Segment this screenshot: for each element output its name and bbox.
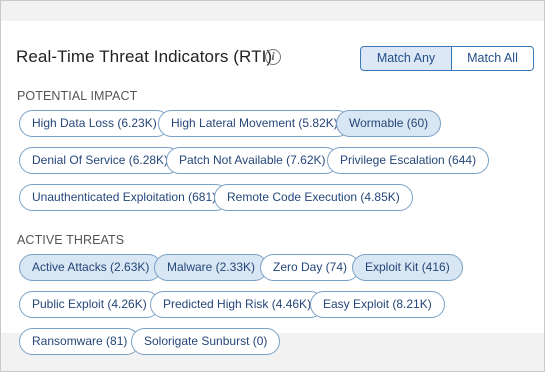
chip-public-exploit[interactable]: Public Exploit (4.26K) [19, 291, 160, 318]
chip-solorigate-sunburst[interactable]: Solorigate Sunburst (0) [131, 328, 281, 355]
chip-easy-exploit[interactable]: Easy Exploit (8.21K) [310, 291, 445, 318]
match-toggle: Match Any Match All [360, 46, 534, 71]
chip-active-attacks[interactable]: Active Attacks (2.63K) [19, 254, 163, 281]
chip-remote-code-execution[interactable]: Remote Code Execution (4.85K) [214, 184, 413, 211]
match-any-button[interactable]: Match Any [360, 46, 452, 71]
chip-patch-not-available[interactable]: Patch Not Available (7.62K) [166, 147, 339, 174]
chip-malware[interactable]: Malware (2.33K) [154, 254, 269, 281]
chip-unauthenticated-exploitation[interactable]: Unauthenticated Exploitation (681) [19, 184, 230, 211]
potential-impact-heading: POTENTIAL IMPACT [17, 89, 138, 103]
chip-high-lateral-movement[interactable]: High Lateral Movement (5.82K) [158, 110, 351, 137]
info-icon[interactable]: i [265, 49, 281, 65]
chip-denial-of-service[interactable]: Denial Of Service (6.28K) [19, 147, 182, 174]
chip-wormable[interactable]: Wormable (60) [336, 110, 442, 137]
chip-high-data-loss[interactable]: High Data Loss (6.23K) [19, 110, 170, 137]
active-threats-heading: ACTIVE THREATS [17, 233, 125, 247]
chip-exploit-kit[interactable]: Exploit Kit (416) [352, 254, 463, 281]
chip-zero-day[interactable]: Zero Day (74) [260, 254, 361, 281]
chip-privilege-escalation[interactable]: Privilege Escalation (644) [327, 147, 490, 174]
match-all-button[interactable]: Match All [452, 46, 534, 71]
panel-title: Real-Time Threat Indicators (RTI) [16, 47, 273, 66]
chip-ransomware[interactable]: Ransomware (81) [19, 328, 141, 355]
chip-predicted-high-risk[interactable]: Predicted High Risk (4.46K) [150, 291, 325, 318]
